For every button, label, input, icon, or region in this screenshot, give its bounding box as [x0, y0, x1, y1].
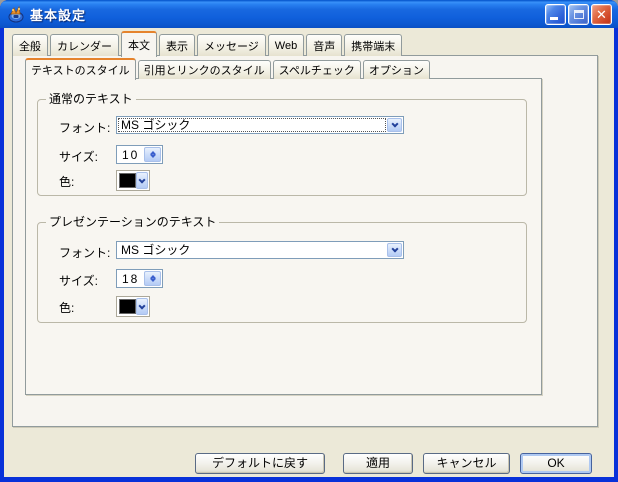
window-controls: ✕ [545, 4, 612, 25]
primary-tab-bar: 全般 カレンダー 本文 表示 メッセージ Web 音声 携帯端末 [12, 30, 404, 56]
chevron-down-icon [150, 152, 156, 158]
font-label: フォント: [59, 119, 110, 136]
presentation-size-value: 18 [122, 271, 139, 287]
window-title: 基本設定 [30, 5, 86, 24]
size-label: サイズ: [59, 272, 98, 289]
reset-defaults-button[interactable]: デフォルトに戻す [195, 453, 325, 474]
close-button[interactable]: ✕ [591, 4, 612, 25]
minimize-button[interactable] [545, 4, 566, 25]
presentation-font-value: MS ゴシック [121, 243, 190, 258]
tab-options[interactable]: オプション [363, 60, 430, 79]
normal-text-group: 通常のテキスト フォント: MS ゴシック サイズ: 10 色: [37, 99, 527, 196]
color-swatch [119, 299, 136, 314]
titlebar[interactable]: 基本設定 ✕ [0, 0, 618, 28]
normal-size-value: 10 [122, 147, 139, 163]
tab-calendar[interactable]: カレンダー [50, 34, 119, 56]
tab-web[interactable]: Web [268, 34, 304, 56]
ok-button[interactable]: OK [520, 453, 592, 474]
normal-color-picker[interactable] [116, 170, 150, 191]
tab-mobile[interactable]: 携帯端末 [344, 34, 402, 56]
font-label: フォント: [59, 244, 110, 261]
normal-size-spinner[interactable]: 10 [116, 145, 163, 164]
dropdown-button[interactable] [387, 118, 402, 132]
chevron-down-icon [391, 120, 398, 127]
color-swatch [119, 173, 136, 188]
minimize-icon [550, 17, 558, 20]
normal-text-group-title: 通常のテキスト [46, 92, 136, 106]
presentation-color-picker[interactable] [116, 296, 150, 317]
tab-general[interactable]: 全般 [12, 34, 48, 56]
color-label: 色: [59, 173, 74, 190]
normal-font-value: MS ゴシック [121, 118, 190, 133]
maximize-icon [574, 10, 584, 19]
presentation-size-spinner[interactable]: 18 [116, 269, 163, 288]
tab-spell-check[interactable]: スペルチェック [273, 60, 361, 79]
presentation-text-group-title: プレゼンテーションのテキスト [46, 215, 219, 229]
close-icon: ✕ [592, 6, 611, 24]
chevron-down-icon [138, 302, 145, 309]
maximize-button[interactable] [568, 4, 589, 25]
spinner-buttons[interactable] [144, 271, 161, 286]
color-label: 色: [59, 299, 74, 316]
apply-button[interactable]: 適用 [343, 453, 413, 474]
cancel-button[interactable]: キャンセル [423, 453, 510, 474]
preferences-dialog: 基本設定 ✕ 全般 カレンダー 本文 表示 メッセージ Web 音声 携帯端末 … [0, 0, 618, 482]
chevron-down-icon [138, 176, 145, 183]
dropdown-button[interactable] [136, 172, 148, 189]
spinner-buttons[interactable] [144, 147, 161, 162]
tab-quote-link-style[interactable]: 引用とリンクのスタイル [138, 60, 271, 79]
secondary-tab-bar: テキストのスタイル 引用とリンクのスタイル スペルチェック オプション [25, 58, 432, 79]
tab-display[interactable]: 表示 [159, 34, 195, 56]
presentation-text-group: プレゼンテーションのテキスト フォント: MS ゴシック サイズ: 18 色: [37, 222, 527, 323]
tab-audio[interactable]: 音声 [306, 34, 342, 56]
tab-message[interactable]: メッセージ [197, 34, 266, 56]
chevron-down-icon [391, 245, 398, 252]
app-icon [7, 5, 25, 23]
chevron-down-icon [150, 276, 156, 282]
presentation-font-select[interactable]: MS ゴシック [116, 241, 404, 259]
tab-text-style[interactable]: テキストのスタイル [25, 58, 136, 80]
dropdown-button[interactable] [387, 243, 402, 257]
size-label: サイズ: [59, 148, 98, 165]
dropdown-button[interactable] [136, 298, 148, 315]
normal-font-select[interactable]: MS ゴシック [116, 116, 404, 134]
tab-body-text[interactable]: 本文 [121, 31, 157, 57]
